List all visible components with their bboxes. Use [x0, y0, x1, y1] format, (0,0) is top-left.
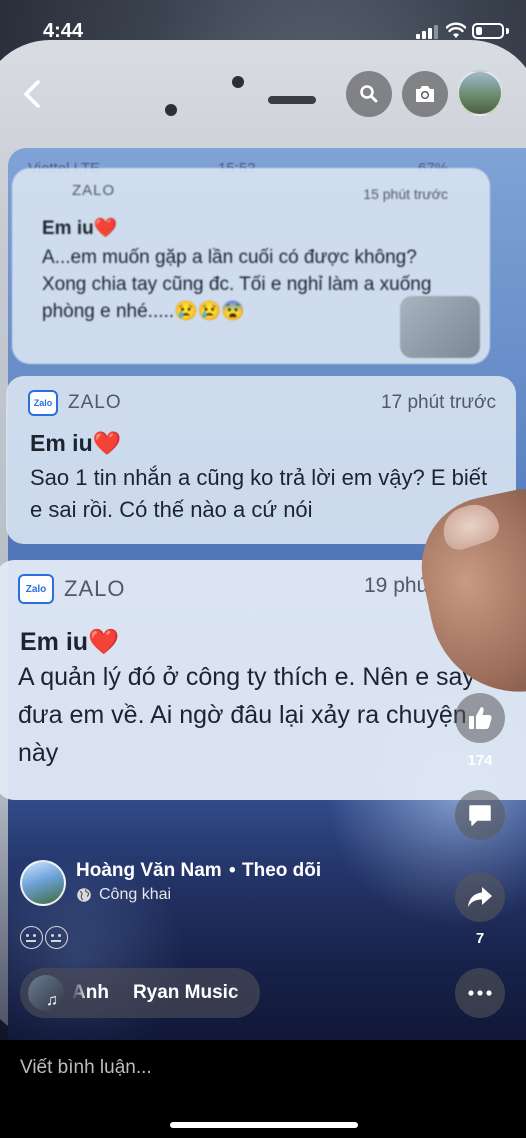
notification-app-name: ZALO — [72, 182, 116, 199]
like-button[interactable] — [455, 693, 505, 743]
notification-thumbnail — [400, 296, 480, 358]
notification-card: ZALO 15 phút trước Em iu❤️ A...em muốn g… — [12, 168, 490, 364]
privacy-label: Công khai — [99, 886, 172, 903]
comment-button[interactable] — [455, 790, 505, 840]
reaction-face-icon — [45, 926, 68, 949]
notification-app-name: ZALO — [68, 392, 122, 413]
reaction-summary[interactable] — [20, 926, 68, 950]
author-avatar[interactable] — [20, 860, 66, 906]
battery-icon — [472, 23, 504, 39]
notification-body: Sao 1 tin nhắn a cũng ko trả lời em vậy?… — [30, 465, 488, 522]
comment-icon — [469, 805, 491, 826]
notification-time: 17 phút trước — [381, 392, 496, 413]
author-name[interactable]: Hoàng Văn Nam — [76, 860, 222, 882]
music-note-icon: ♫ — [46, 992, 58, 1009]
search-icon — [360, 85, 378, 103]
notification-sender: Em iu❤️ — [42, 218, 118, 239]
reaction-face-icon — [20, 926, 43, 949]
video-frame[interactable]: Viettel LTE 15:52 67% ZALO 15 phút trước… — [0, 0, 526, 1040]
back-button[interactable] — [14, 76, 50, 112]
share-button[interactable] — [455, 872, 505, 922]
phone-speaker-slot — [268, 96, 316, 104]
chevron-left-icon — [24, 80, 40, 108]
wifi-icon — [446, 22, 466, 38]
notification-body: A quản lý đó ở công ty thích e. Nên e sa… — [18, 663, 475, 767]
more-options-button[interactable] — [455, 968, 505, 1018]
thumbs-up-icon — [469, 707, 492, 729]
music-title: Anh — [72, 982, 109, 1003]
like-count: 174 — [467, 752, 493, 769]
notification-app-name: ZALO — [64, 576, 126, 601]
music-artist: Ryan Music — [132, 982, 239, 1003]
phone-camera-dot — [165, 104, 177, 116]
status-time: 4:44 — [43, 20, 84, 42]
music-track-pill[interactable]: ♫ AnhRyan Music· — [20, 968, 260, 1018]
search-button[interactable] — [346, 71, 392, 117]
phone-sensor-dot — [232, 76, 244, 88]
notification-sender: Em iu❤️ — [20, 628, 120, 656]
zalo-logo-icon: Zalo — [28, 390, 58, 416]
heart-icon: ❤️ — [93, 218, 118, 239]
globe-icon — [77, 888, 91, 902]
music-track-text: AnhRyan Music· — [72, 982, 252, 1004]
notification-time: 15 phút trước — [363, 186, 448, 202]
separator-dot: • — [229, 860, 236, 881]
camera-icon — [416, 86, 434, 102]
heart-icon: ❤️ — [88, 628, 120, 656]
notification-sender: Em iu❤️ — [30, 430, 122, 456]
more-dots-icon — [468, 990, 492, 996]
home-indicator[interactable] — [170, 1122, 358, 1128]
camera-button[interactable] — [402, 71, 448, 117]
cellular-signal-icon — [416, 25, 438, 39]
status-bar: 4:44 — [0, 0, 526, 60]
notification-body: A...em muốn gặp a lần cuối có được không… — [42, 247, 432, 322]
share-icon — [468, 887, 492, 907]
zalo-logo-icon: Zalo — [18, 574, 54, 604]
heart-icon: ❤️ — [92, 430, 122, 456]
comment-input[interactable] — [20, 1054, 500, 1082]
follow-button[interactable]: Theo dõi — [242, 860, 321, 882]
share-count: 7 — [475, 930, 485, 947]
profile-avatar[interactable] — [457, 70, 503, 116]
